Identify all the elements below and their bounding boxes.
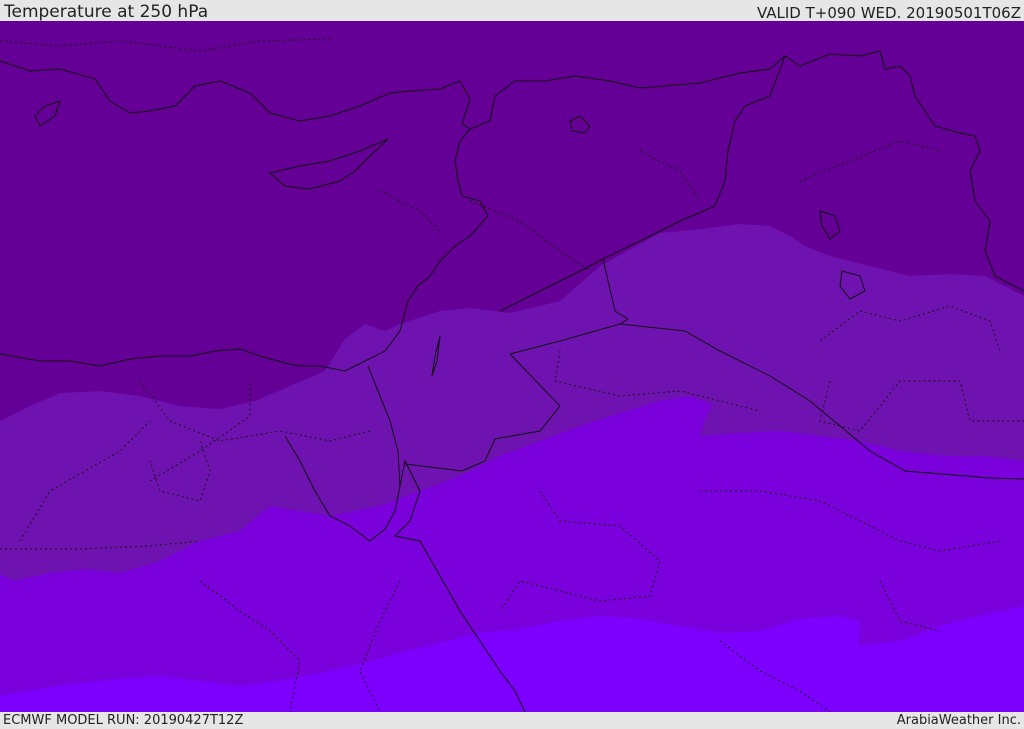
footer-bar: ECMWF MODEL RUN: 20190427T12Z ArabiaWeat… xyxy=(0,712,1024,729)
model-run: ECMWF MODEL RUN: 20190427T12Z xyxy=(3,713,244,728)
valid-time: VALID T+090 WED. 20190501T06Z xyxy=(756,4,1021,22)
header-bar: Temperature at 250 hPa VALID T+090 WED. … xyxy=(0,0,1024,22)
temperature-map[interactable] xyxy=(0,21,1024,712)
credit-label: ArabiaWeather Inc. xyxy=(896,713,1021,728)
map-title: Temperature at 250 hPa xyxy=(4,2,209,22)
